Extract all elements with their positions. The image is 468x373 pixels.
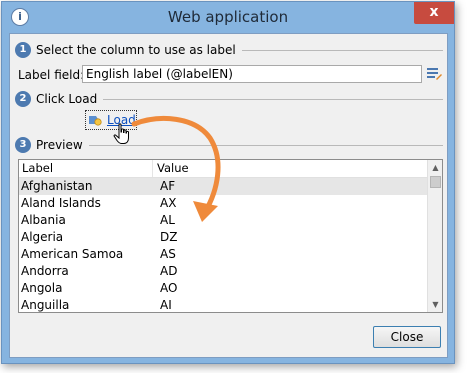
row-label-cell: Andorra — [21, 264, 69, 278]
row-value-cell: DZ — [160, 230, 178, 244]
row-value-cell: AX — [160, 196, 177, 210]
edit-expression-button[interactable] — [426, 65, 442, 83]
dialog-body: 1 Select the column to use as label Labe… — [9, 33, 448, 358]
row-label-cell: Aland Islands — [21, 196, 101, 210]
table-row[interactable]: Afghanistan AF — [19, 178, 427, 195]
close-button[interactable]: Close — [373, 326, 441, 348]
row-value-cell: AO — [160, 281, 178, 295]
scroll-up-arrow-icon[interactable]: ▲ — [428, 160, 442, 175]
row-value-cell: AS — [160, 247, 176, 261]
preview-list[interactable]: Label Value Afghanistan AF Aland Islands AX… — [18, 159, 443, 313]
step-2-text: Click Load — [36, 92, 98, 106]
preview-list-header: Label Value — [19, 160, 427, 178]
step-3-divider — [88, 144, 443, 146]
table-row[interactable]: Anguilla AI — [19, 297, 427, 312]
table-row[interactable]: Aland Islands AX — [19, 195, 427, 212]
close-icon: x — [429, 4, 439, 20]
step-3-header: 3 Preview — [15, 137, 443, 153]
scroll-thumb[interactable] — [430, 176, 441, 188]
preview-scrollbar[interactable]: ▲ ▼ — [427, 160, 442, 312]
load-icon — [89, 116, 102, 126]
column-header-label[interactable]: Label — [22, 161, 53, 175]
step-2-header: 2 Click Load — [15, 91, 443, 107]
label-field-input[interactable]: English label (@labelEN) — [82, 65, 422, 83]
column-header-value[interactable]: Value — [157, 161, 189, 175]
window-title: Web application — [167, 8, 289, 26]
row-value-cell: AL — [160, 213, 175, 227]
table-row[interactable]: Angola AO — [19, 280, 427, 297]
step-2-badge: 2 — [15, 91, 31, 107]
table-row[interactable]: Andorra AD — [19, 263, 427, 280]
row-label-cell: Algeria — [21, 230, 64, 244]
scroll-down-arrow-icon[interactable]: ▼ — [428, 297, 442, 312]
row-label-cell: Angola — [21, 281, 63, 295]
row-label-cell: Afghanistan — [21, 179, 93, 193]
edit-list-icon — [427, 68, 442, 80]
row-value-cell: AF — [160, 179, 176, 193]
preview-rows: Afghanistan AF Aland Islands AX Albania AL Alg… — [19, 178, 427, 312]
step-1-divider — [241, 49, 443, 51]
row-value-cell: AD — [160, 264, 178, 278]
table-row[interactable]: Albania AL — [19, 212, 427, 229]
title-bar[interactable]: i Web application x — [2, 2, 454, 32]
step-2-divider — [103, 98, 443, 100]
step-1-text: Select the column to use as label — [36, 43, 236, 57]
row-label-cell: American Samoa — [21, 247, 124, 261]
dialog-window: i Web application x 1 Select the column … — [1, 1, 455, 364]
row-value-cell: AI — [160, 298, 172, 312]
label-field-label: Label field: — [18, 68, 85, 82]
column-separator[interactable] — [152, 160, 153, 177]
table-row[interactable]: Algeria DZ — [19, 229, 427, 246]
table-row[interactable]: American Samoa AS — [19, 246, 427, 263]
close-window-button[interactable]: x — [414, 2, 454, 24]
step-3-text: Preview — [36, 138, 83, 152]
step-1-badge: 1 — [15, 42, 31, 58]
row-label-cell: Anguilla — [21, 298, 70, 312]
row-label-cell: Albania — [21, 213, 66, 227]
step-3-badge: 3 — [15, 137, 31, 153]
step-1-header: 1 Select the column to use as label — [15, 42, 443, 58]
